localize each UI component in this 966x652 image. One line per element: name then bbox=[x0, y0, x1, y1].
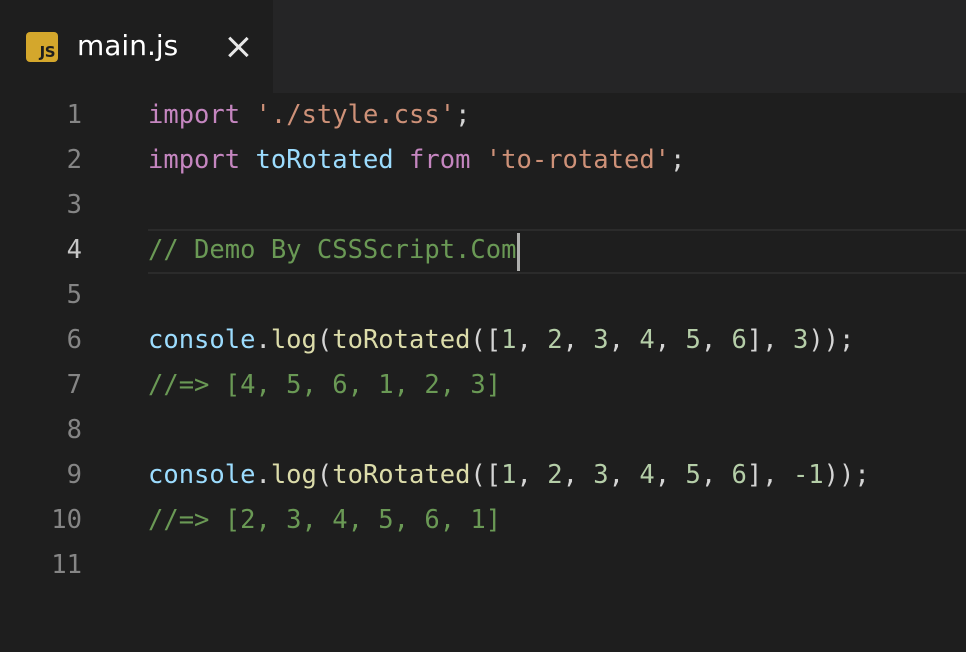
tab-bar: JS main.js bbox=[0, 0, 966, 93]
code-token: log bbox=[270, 325, 317, 355]
code-token: , bbox=[562, 325, 594, 355]
code-line[interactable]: 6 console.log(toRotated([1, 2, 3, 4, 5, 6… bbox=[0, 318, 966, 363]
line-number: 6 bbox=[66, 325, 82, 355]
code-token: 4 bbox=[639, 325, 655, 355]
code-token: // Demo By CSSScript.Com bbox=[148, 235, 517, 265]
code-line[interactable]: 5 bbox=[0, 273, 966, 318]
line-content: import toRotated from 'to-rotated'; bbox=[148, 138, 685, 183]
code-token: ([ bbox=[470, 460, 502, 490]
text-cursor bbox=[517, 233, 520, 271]
line-number: 4 bbox=[66, 235, 82, 265]
code-line[interactable]: 11 bbox=[0, 543, 966, 588]
code-token: toRotated bbox=[332, 460, 471, 490]
code-token: console bbox=[148, 460, 256, 490]
code-token: , bbox=[608, 460, 640, 490]
code-line[interactable]: 2 import toRotated from 'to-rotated'; bbox=[0, 138, 966, 183]
tab-title: main.js bbox=[77, 29, 179, 62]
code-token: 2 bbox=[547, 325, 563, 355]
code-token: from bbox=[409, 145, 471, 175]
code-line[interactable]: 9 console.log(toRotated([1, 2, 3, 4, 5, 6… bbox=[0, 453, 966, 498]
line-content: console.log(toRotated([1, 2, 3, 4, 5, 6]… bbox=[148, 318, 854, 363]
code-token: ([ bbox=[470, 325, 502, 355]
code-token: , bbox=[654, 325, 686, 355]
code-token: , bbox=[654, 460, 686, 490]
javascript-file-icon-label: JS bbox=[39, 43, 56, 61]
code-token: 'to-rotated' bbox=[485, 145, 671, 175]
code-line[interactable]: 8 bbox=[0, 408, 966, 453]
code-token: console bbox=[148, 325, 256, 355]
code-token: ; bbox=[455, 100, 471, 130]
code-token: 2 bbox=[547, 460, 563, 490]
line-number: 7 bbox=[66, 370, 82, 400]
code-editor: JS main.js 1 import './style.css'; 2 import… bbox=[0, 0, 966, 652]
line-number: 1 bbox=[66, 100, 82, 130]
code-token: import bbox=[148, 100, 241, 130]
code-token: toRotated bbox=[255, 145, 394, 175]
code-token: 1 bbox=[501, 460, 517, 490]
line-number: 5 bbox=[66, 280, 82, 310]
code-line[interactable]: 7 //=> [4, 5, 6, 1, 2, 3] bbox=[0, 363, 966, 408]
code-token: //=> [4, 5, 6, 1, 2, 3] bbox=[148, 370, 502, 400]
code-line[interactable]: 3 bbox=[0, 183, 966, 228]
line-content: import './style.css'; bbox=[148, 93, 470, 138]
code-token: . bbox=[255, 325, 271, 355]
line-content: // Demo By CSSScript.Com bbox=[148, 228, 516, 273]
line-content: console.log(toRotated([1, 2, 3, 4, 5, 6]… bbox=[148, 453, 870, 498]
code-token: 1 bbox=[501, 325, 517, 355]
code-token: )); bbox=[823, 460, 870, 490]
line-number: 11 bbox=[51, 550, 82, 580]
code-token: )); bbox=[808, 325, 855, 355]
code-token: 6 bbox=[731, 325, 747, 355]
code-token: , bbox=[700, 460, 732, 490]
code-token: ], bbox=[746, 460, 793, 490]
code-token: , bbox=[608, 325, 640, 355]
code-token: 5 bbox=[685, 325, 701, 355]
code-token: 3 bbox=[593, 460, 609, 490]
code-token: log bbox=[270, 460, 317, 490]
code-token: ], bbox=[746, 325, 793, 355]
code-line[interactable]: 10 //=> [2, 3, 4, 5, 6, 1] bbox=[0, 498, 966, 543]
code-token: , bbox=[516, 460, 548, 490]
code-token: 5 bbox=[685, 460, 701, 490]
close-icon[interactable] bbox=[224, 33, 252, 61]
code-token: , bbox=[562, 460, 594, 490]
code-token: 3 bbox=[593, 325, 609, 355]
code-token: 6 bbox=[731, 460, 747, 490]
code-line[interactable]: 1 import './style.css'; bbox=[0, 93, 966, 138]
line-number: 10 bbox=[51, 505, 82, 535]
code-line[interactable]: 4 // Demo By CSSScript.Com bbox=[0, 228, 966, 273]
javascript-file-icon: JS bbox=[26, 32, 58, 62]
code-area[interactable]: 1 import './style.css'; 2 import toRotated … bbox=[0, 93, 966, 652]
code-token: toRotated bbox=[332, 325, 471, 355]
line-number: 9 bbox=[66, 460, 82, 490]
code-token: , bbox=[516, 325, 548, 355]
line-number: 2 bbox=[66, 145, 82, 175]
line-content: //=> [2, 3, 4, 5, 6, 1] bbox=[148, 498, 501, 543]
line-number: 3 bbox=[66, 190, 82, 220]
code-token: './style.css' bbox=[255, 100, 456, 130]
code-token: 3 bbox=[792, 325, 809, 355]
code-token: //=> [2, 3, 4, 5, 6, 1] bbox=[148, 505, 502, 535]
code-token: ( bbox=[316, 325, 333, 355]
code-token: , bbox=[700, 325, 732, 355]
code-token: import bbox=[148, 145, 241, 175]
code-token: ; bbox=[670, 145, 686, 175]
code-token: ( bbox=[316, 460, 333, 490]
tab-main-js[interactable]: JS main.js bbox=[0, 0, 273, 93]
code-token: . bbox=[255, 460, 271, 490]
line-number: 8 bbox=[66, 415, 82, 445]
code-token: -1 bbox=[792, 460, 824, 490]
line-content: //=> [4, 5, 6, 1, 2, 3] bbox=[148, 363, 501, 408]
code-token: 4 bbox=[639, 460, 655, 490]
